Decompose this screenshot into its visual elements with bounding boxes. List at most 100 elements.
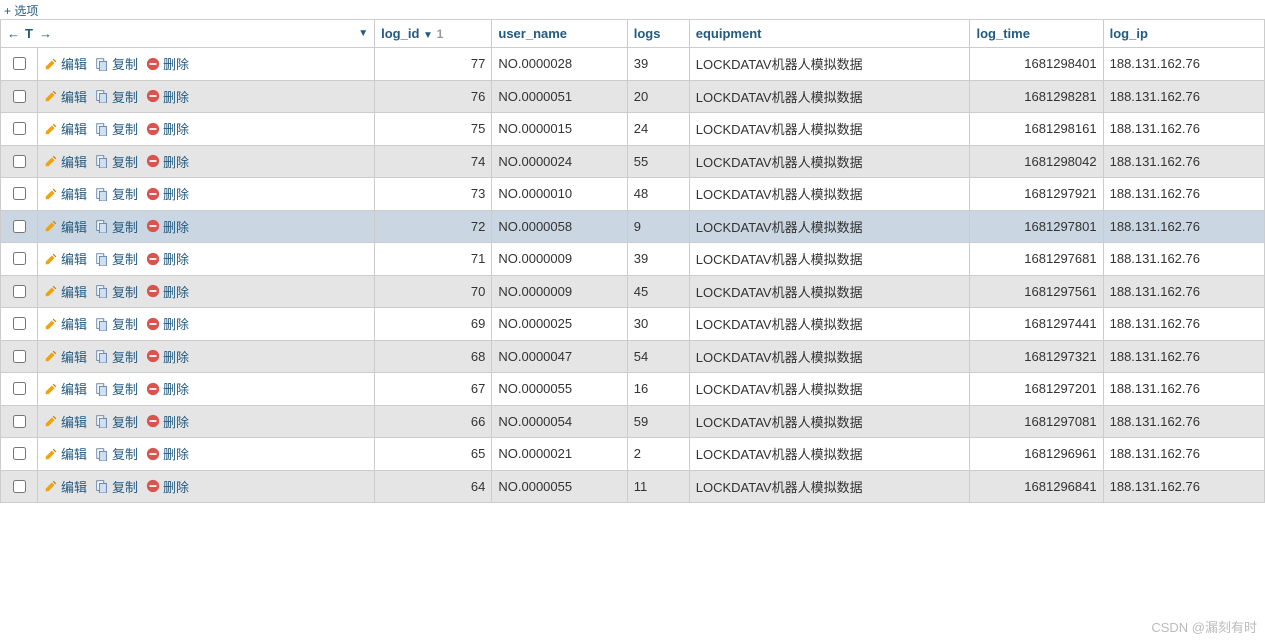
copy-label: 复制 (112, 87, 138, 106)
row-checkbox[interactable] (13, 382, 26, 395)
table-row[interactable]: 编辑复制删除65NO.00000212LOCKDATAV机器人模拟数据16812… (1, 438, 1265, 471)
row-checkbox[interactable] (13, 220, 26, 233)
edit-link[interactable]: 编辑 (44, 347, 87, 366)
row-checkbox[interactable] (13, 350, 26, 363)
row-checkbox[interactable] (13, 57, 26, 70)
delete-link[interactable]: 删除 (146, 412, 189, 431)
col-header-log_time[interactable]: log_time (970, 20, 1103, 48)
table-row[interactable]: 编辑复制删除67NO.000005516LOCKDATAV机器人模拟数据1681… (1, 373, 1265, 406)
edit-link[interactable]: 编辑 (44, 282, 87, 301)
row-checkbox[interactable] (13, 415, 26, 428)
edit-link[interactable]: 编辑 (44, 444, 87, 463)
copy-icon (95, 154, 109, 168)
delete-link[interactable]: 删除 (146, 152, 189, 171)
row-checkbox[interactable] (13, 317, 26, 330)
row-checkbox[interactable] (13, 447, 26, 460)
cell-log_time: 1681296841 (970, 470, 1103, 503)
sort-desc-icon[interactable]: ▼ (358, 28, 368, 39)
edit-link[interactable]: 编辑 (44, 184, 87, 203)
delete-link[interactable]: 删除 (146, 54, 189, 73)
cell-log_time: 1681298161 (970, 113, 1103, 146)
delete-label: 删除 (163, 87, 189, 106)
edit-link[interactable]: 编辑 (44, 412, 87, 431)
sort-move-left[interactable]: ← (7, 26, 19, 41)
col-header-log_ip[interactable]: log_ip (1103, 20, 1264, 48)
table-row[interactable]: 编辑复制删除64NO.000005511LOCKDATAV机器人模拟数据1681… (1, 470, 1265, 503)
table-row[interactable]: 编辑复制删除77NO.000002839LOCKDATAV机器人模拟数据1681… (1, 48, 1265, 81)
table-row[interactable]: 编辑复制删除70NO.000000945LOCKDATAV机器人模拟数据1681… (1, 275, 1265, 308)
edit-link[interactable]: 编辑 (44, 249, 87, 268)
copy-link[interactable]: 复制 (95, 184, 138, 203)
col-header-equipment[interactable]: equipment (689, 20, 970, 48)
cell-log_id: 74 (375, 145, 492, 178)
row-checkbox[interactable] (13, 187, 26, 200)
sort-move-right[interactable]: → (39, 26, 52, 41)
row-checkbox[interactable] (13, 480, 26, 493)
cell-equipment: LOCKDATAV机器人模拟数据 (689, 48, 970, 81)
cell-log_ip: 188.131.162.76 (1103, 308, 1264, 341)
cell-equipment: LOCKDATAV机器人模拟数据 (689, 243, 970, 276)
row-checkbox[interactable] (13, 285, 26, 298)
copy-link[interactable]: 复制 (95, 119, 138, 138)
edit-link[interactable]: 编辑 (44, 217, 87, 236)
col-header-user_name[interactable]: user_name (492, 20, 627, 48)
copy-link[interactable]: 复制 (95, 217, 138, 236)
delete-link[interactable]: 删除 (146, 444, 189, 463)
edit-link[interactable]: 编辑 (44, 314, 87, 333)
table-row[interactable]: 编辑复制删除76NO.000005120LOCKDATAV机器人模拟数据1681… (1, 80, 1265, 113)
pencil-icon (44, 219, 58, 233)
copy-link[interactable]: 复制 (95, 152, 138, 171)
row-checkbox[interactable] (13, 155, 26, 168)
delete-link[interactable]: 删除 (146, 87, 189, 106)
cell-equipment: LOCKDATAV机器人模拟数据 (689, 308, 970, 341)
delete-link[interactable]: 删除 (146, 119, 189, 138)
sort-text-type[interactable]: T (25, 26, 33, 41)
options-link[interactable]: + 选项 (4, 4, 38, 18)
copy-link[interactable]: 复制 (95, 477, 138, 496)
delete-link[interactable]: 删除 (146, 379, 189, 398)
copy-link[interactable]: 复制 (95, 54, 138, 73)
table-row[interactable]: 编辑复制删除75NO.000001524LOCKDATAV机器人模拟数据1681… (1, 113, 1265, 146)
table-row[interactable]: 编辑复制删除74NO.000002455LOCKDATAV机器人模拟数据1681… (1, 145, 1265, 178)
table-row[interactable]: 编辑复制删除71NO.000000939LOCKDATAV机器人模拟数据1681… (1, 243, 1265, 276)
table-row[interactable]: 编辑复制删除68NO.000004754LOCKDATAV机器人模拟数据1681… (1, 340, 1265, 373)
copy-link[interactable]: 复制 (95, 444, 138, 463)
copy-link[interactable]: 复制 (95, 379, 138, 398)
table-row[interactable]: 编辑复制删除69NO.000002530LOCKDATAV机器人模拟数据1681… (1, 308, 1265, 341)
delete-link[interactable]: 删除 (146, 477, 189, 496)
delete-link[interactable]: 删除 (146, 217, 189, 236)
cell-logs: 54 (627, 340, 689, 373)
edit-link[interactable]: 编辑 (44, 477, 87, 496)
delete-link[interactable]: 删除 (146, 282, 189, 301)
copy-link[interactable]: 复制 (95, 282, 138, 301)
delete-link[interactable]: 删除 (146, 184, 189, 203)
cell-log_time: 1681298042 (970, 145, 1103, 178)
copy-link[interactable]: 复制 (95, 347, 138, 366)
copy-link[interactable]: 复制 (95, 412, 138, 431)
copy-icon (95, 284, 109, 298)
row-checkbox[interactable] (13, 252, 26, 265)
table-row[interactable]: 编辑复制删除72NO.00000589LOCKDATAV机器人模拟数据16812… (1, 210, 1265, 243)
delete-link[interactable]: 删除 (146, 314, 189, 333)
cell-log_id: 76 (375, 80, 492, 113)
table-row[interactable]: 编辑复制删除66NO.000005459LOCKDATAV机器人模拟数据1681… (1, 405, 1265, 438)
copy-link[interactable]: 复制 (95, 87, 138, 106)
edit-label: 编辑 (61, 347, 87, 366)
copy-link[interactable]: 复制 (95, 314, 138, 333)
col-header-log_id[interactable]: log_id ▼ 1 (375, 20, 492, 48)
row-checkbox[interactable] (13, 122, 26, 135)
edit-link[interactable]: 编辑 (44, 152, 87, 171)
edit-link[interactable]: 编辑 (44, 119, 87, 138)
copy-link[interactable]: 复制 (95, 249, 138, 268)
table-row[interactable]: 编辑复制删除73NO.000001048LOCKDATAV机器人模拟数据1681… (1, 178, 1265, 211)
cell-equipment: LOCKDATAV机器人模拟数据 (689, 275, 970, 308)
edit-link[interactable]: 编辑 (44, 54, 87, 73)
col-header-logs[interactable]: logs (627, 20, 689, 48)
delete-link[interactable]: 删除 (146, 249, 189, 268)
delete-link[interactable]: 删除 (146, 347, 189, 366)
row-checkbox[interactable] (13, 90, 26, 103)
cell-log_id: 64 (375, 470, 492, 503)
edit-link[interactable]: 编辑 (44, 87, 87, 106)
delete-label: 删除 (163, 282, 189, 301)
edit-link[interactable]: 编辑 (44, 379, 87, 398)
